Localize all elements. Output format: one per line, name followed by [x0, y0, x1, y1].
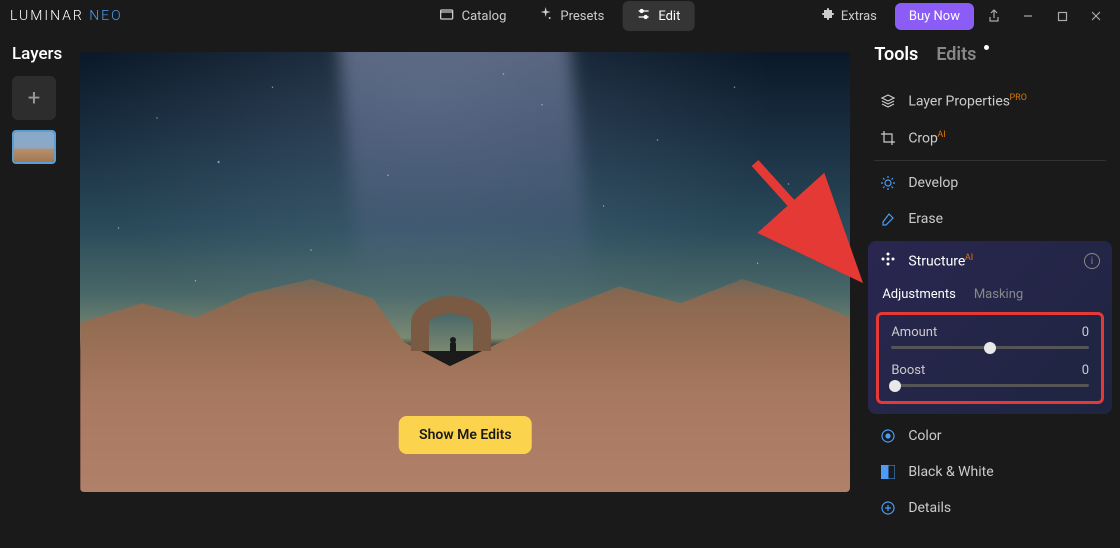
- structure-tool-panel: Structure AI i Adjustments Masking Amoun…: [868, 241, 1112, 414]
- details-icon: [880, 500, 896, 516]
- layers-title: Layers: [8, 44, 62, 64]
- sliders-icon: [636, 7, 650, 25]
- show-me-edits-button[interactable]: Show Me Edits: [399, 416, 532, 454]
- bw-icon: [880, 464, 896, 480]
- edits-mode-tab[interactable]: Edits: [936, 44, 976, 65]
- amount-label: Amount: [891, 325, 937, 340]
- extras-button[interactable]: Extras: [809, 1, 889, 31]
- crop-tool[interactable]: Crop AI: [874, 120, 1106, 157]
- maximize-button[interactable]: [1048, 2, 1076, 30]
- details-tool[interactable]: Details: [874, 490, 1106, 526]
- presets-tab[interactable]: Presets: [524, 1, 618, 31]
- close-button[interactable]: [1082, 2, 1110, 30]
- structure-tool[interactable]: Structure AI i: [868, 241, 1112, 281]
- adjustments-subtab[interactable]: Adjustments: [882, 287, 956, 302]
- masking-subtab[interactable]: Masking: [974, 287, 1023, 302]
- notification-dot: [984, 45, 989, 50]
- minimize-button[interactable]: [1014, 2, 1042, 30]
- amount-slider[interactable]: [891, 346, 1089, 349]
- share-icon[interactable]: [980, 2, 1008, 30]
- crop-icon: [880, 130, 896, 146]
- black-white-tool[interactable]: Black & White: [874, 454, 1106, 490]
- erase-tool[interactable]: Erase: [874, 201, 1106, 237]
- catalog-tab[interactable]: Catalog: [426, 1, 521, 31]
- puzzle-icon: [821, 7, 835, 25]
- layers-icon: [880, 93, 896, 109]
- plus-icon: +: [28, 86, 40, 111]
- layer-properties-tool[interactable]: Layer Properties PRO: [874, 83, 1106, 120]
- sparkle-icon: [538, 7, 552, 25]
- buy-now-button[interactable]: Buy Now: [895, 3, 974, 30]
- boost-slider-thumb[interactable]: [889, 380, 901, 392]
- info-icon[interactable]: i: [1084, 253, 1100, 269]
- color-wheel-icon: [880, 428, 896, 444]
- catalog-icon: [440, 7, 454, 25]
- image-canvas[interactable]: Show Me Edits: [80, 52, 850, 492]
- tools-mode-tab[interactable]: Tools: [874, 44, 918, 65]
- develop-tool[interactable]: Develop: [874, 165, 1106, 201]
- sliders-highlight-box: Amount 0 Boost 0: [876, 312, 1104, 404]
- amount-value: 0: [1082, 325, 1089, 340]
- boost-label: Boost: [891, 363, 925, 378]
- boost-value: 0: [1082, 363, 1089, 378]
- edit-tab[interactable]: Edit: [622, 1, 694, 31]
- sun-icon: [880, 175, 896, 191]
- structure-icon: [880, 251, 896, 271]
- eraser-icon: [880, 211, 896, 227]
- color-tool[interactable]: Color: [874, 418, 1106, 454]
- amount-slider-thumb[interactable]: [984, 342, 996, 354]
- boost-slider[interactable]: [891, 384, 1089, 387]
- app-logo: LUMINAR NEO: [10, 8, 123, 24]
- add-layer-button[interactable]: +: [12, 76, 56, 120]
- layer-thumbnail[interactable]: [12, 130, 56, 164]
